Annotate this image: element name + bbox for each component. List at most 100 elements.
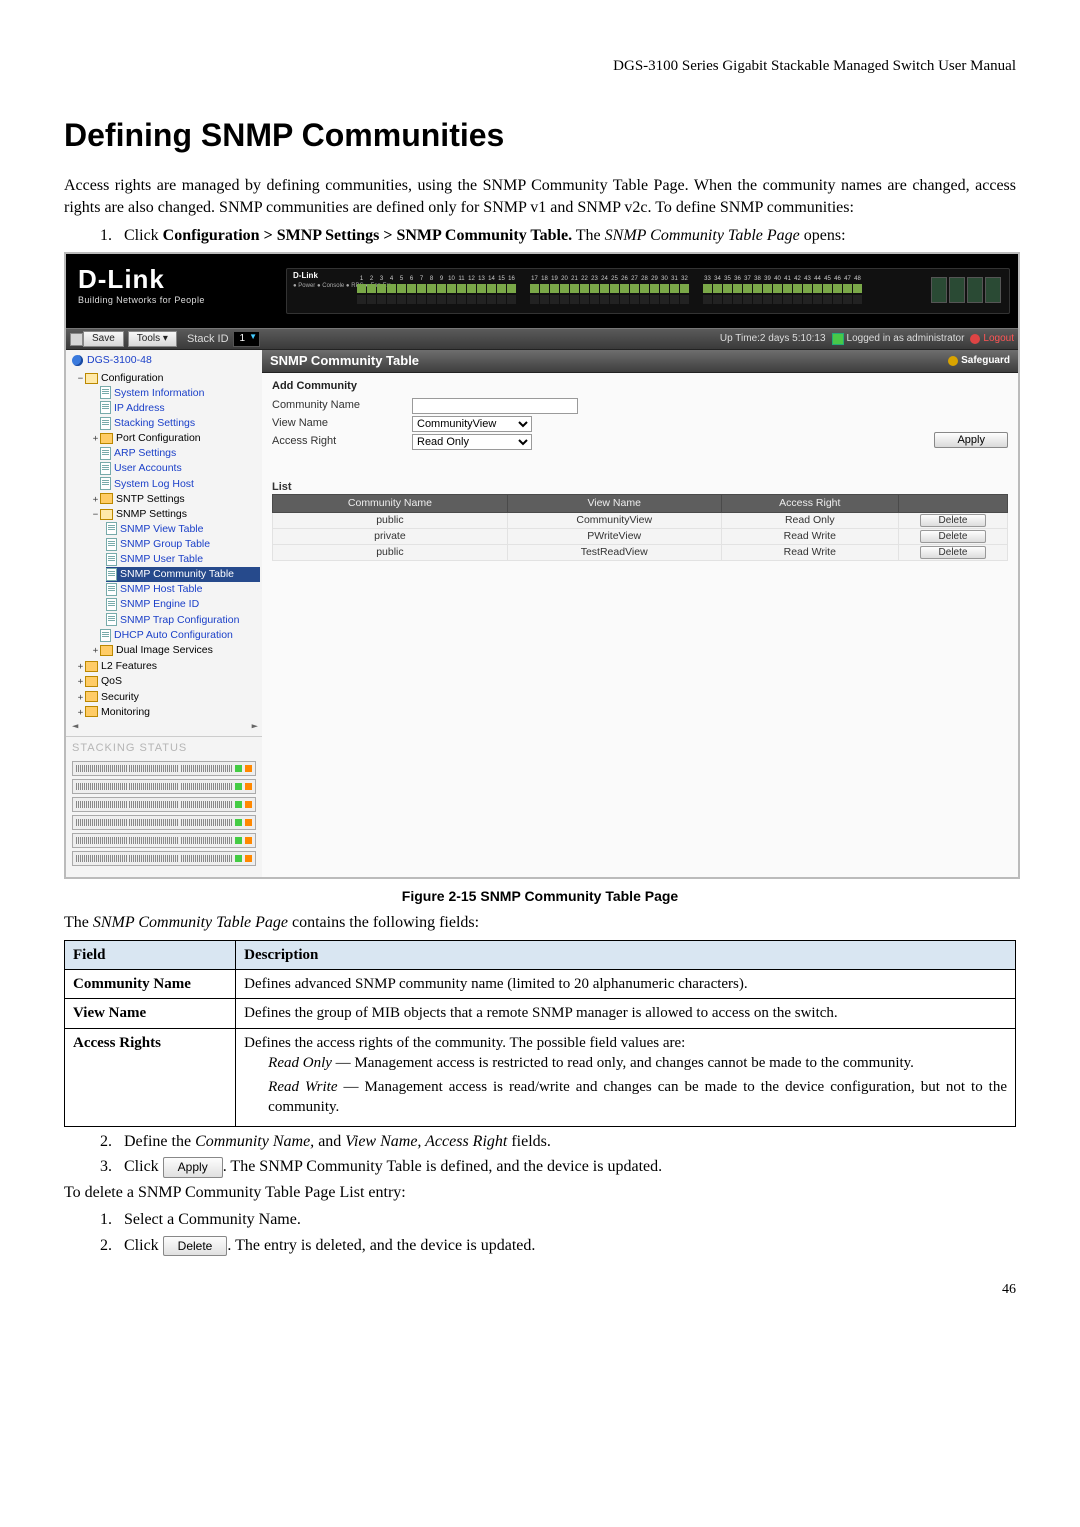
page-title: Defining SNMP Communities (64, 114, 1016, 157)
col-access-right: Access Right (721, 495, 898, 512)
page-icon (106, 538, 117, 551)
tree-snmp-community[interactable]: SNMP Community Table (120, 568, 234, 580)
page-icon (100, 629, 111, 642)
rack-brand-label: D-Link (293, 271, 318, 282)
panel-title-bar: SNMP Community Table Safeguard (262, 350, 1018, 373)
tree-arp-settings[interactable]: ARP Settings (114, 447, 176, 459)
access-right-select[interactable]: Read Only (412, 434, 532, 450)
fields-table: Field Description Community Name Defines… (64, 940, 1016, 1127)
tree-snmp-engine[interactable]: SNMP Engine ID (120, 598, 199, 610)
folder-icon (85, 706, 98, 717)
page-icon (106, 613, 117, 626)
user-icon (832, 333, 844, 345)
tree-monitoring[interactable]: Monitoring (101, 706, 150, 718)
tree-system-log-host[interactable]: System Log Host (114, 478, 194, 490)
tree-snmp-trap[interactable]: SNMP Trap Configuration (120, 614, 239, 626)
tree-snmp-group[interactable]: SNMP Group Table (120, 538, 210, 550)
tree-snmp-user[interactable]: SNMP User Table (120, 553, 203, 565)
delete-intro: To delete a SNMP Community Table Page Li… (64, 1182, 1016, 1204)
delete-row-button[interactable]: Delete (920, 530, 987, 543)
table-row: public TestReadView Read Write Delete (273, 544, 1008, 560)
stack-unit (72, 833, 256, 848)
tree-qos[interactable]: QoS (101, 675, 122, 687)
folder-icon (100, 433, 113, 444)
folder-icon (100, 493, 113, 504)
running-header: DGS-3100 Series Gigabit Stackable Manage… (64, 56, 1016, 76)
del-step-2: Click Delete. The entry is deleted, and … (116, 1235, 1016, 1257)
col-view-name: View Name (507, 495, 721, 512)
step-2: Define the Community Name, and View Name… (116, 1131, 1016, 1153)
save-icon (70, 333, 83, 346)
delete-row-button[interactable]: Delete (920, 546, 987, 559)
page-icon (100, 401, 111, 414)
page-icon (100, 417, 111, 430)
toolbar: Save Tools ▾ Stack ID 1 Up Time:2 days 5… (66, 328, 1018, 350)
uptime-text: Up Time:2 days 5:10:13 (720, 332, 826, 346)
page-icon (106, 568, 117, 581)
stack-id-select[interactable]: 1 (233, 331, 261, 347)
page-number: 46 (64, 1281, 1016, 1300)
stack-unit (72, 761, 256, 776)
folder-icon (85, 661, 98, 672)
th-field: Field (65, 940, 236, 969)
logout-icon (970, 334, 980, 344)
tree-port-configuration[interactable]: Port Configuration (116, 432, 201, 444)
access-right-label: Access Right (272, 434, 412, 449)
page-icon (100, 447, 111, 460)
page-icon (106, 583, 117, 596)
tree-stacking-settings[interactable]: Stacking Settings (114, 417, 195, 429)
step-1: Click Configuration > SMNP Settings > SN… (116, 225, 1016, 247)
tree-dhcp-auto[interactable]: DHCP Auto Configuration (114, 629, 233, 641)
stacking-status-header: STACKING STATUS (66, 736, 262, 758)
add-community-heading: Add Community (272, 379, 1008, 394)
stack-unit (72, 851, 256, 866)
folder-icon (85, 676, 98, 687)
field-name: View Name (65, 999, 236, 1028)
tree-dual-image[interactable]: Dual Image Services (116, 644, 213, 656)
field-desc: Defines the access rights of the communi… (236, 1028, 1016, 1126)
page-icon (100, 477, 111, 490)
stack-unit (72, 779, 256, 794)
intro-paragraph: Access rights are managed by defining co… (64, 175, 1016, 218)
panel-title-text: SNMP Community Table (270, 352, 419, 370)
brand-tagline: Building Networks for People (78, 294, 205, 306)
community-list-table: Community Name View Name Access Right pu… (272, 494, 1008, 560)
col-action (899, 495, 1008, 512)
folder-icon (100, 509, 113, 520)
stack-id-label: Stack ID (187, 332, 229, 347)
tree-snmp-settings[interactable]: SNMP Settings (116, 508, 187, 520)
safeguard-indicator: Safeguard (948, 354, 1010, 368)
col-community-name: Community Name (273, 495, 508, 512)
tree-sntp-settings[interactable]: SNTP Settings (116, 493, 185, 505)
device-node[interactable]: DGS-3100-48 (87, 353, 152, 367)
inline-delete-button: Delete (163, 1236, 228, 1256)
tree-configuration[interactable]: Configuration (101, 372, 163, 384)
logged-in-text: Logged in as administrator (847, 332, 965, 346)
tree-snmp-view[interactable]: SNMP View Table (120, 523, 203, 535)
tree-system-information[interactable]: System Information (114, 387, 204, 399)
nav-tree[interactable]: DGS-3100-48 −Configuration System Inform… (66, 350, 262, 877)
field-name: Community Name (65, 970, 236, 999)
folder-icon (100, 645, 113, 656)
sfp-slots (931, 277, 1001, 303)
page-icon (106, 553, 117, 566)
port-row: 1234567891011121314151617181920212223242… (357, 275, 1001, 304)
field-desc: Defines the group of MIB objects that a … (236, 999, 1016, 1028)
community-name-label: Community Name (272, 398, 412, 413)
delete-row-button[interactable]: Delete (920, 514, 987, 527)
device-rack-illustration: D-Link ● Power ● Console ● RPS ● Fan Err… (286, 268, 1010, 314)
tools-menu[interactable]: Tools ▾ (128, 331, 177, 347)
save-button[interactable]: Save (83, 331, 124, 347)
page-icon (106, 598, 117, 611)
tree-snmp-host[interactable]: SNMP Host Table (120, 583, 202, 595)
tree-security[interactable]: Security (101, 691, 139, 703)
tree-user-accounts[interactable]: User Accounts (114, 462, 182, 474)
tree-ip-address[interactable]: IP Address (114, 402, 165, 414)
stack-unit (72, 815, 256, 830)
tree-l2-features[interactable]: L2 Features (101, 660, 157, 672)
view-name-select[interactable]: CommunityView (412, 416, 532, 432)
view-name-label: View Name (272, 416, 412, 431)
community-name-input[interactable] (412, 398, 578, 414)
apply-button[interactable]: Apply (934, 432, 1008, 448)
logout-link[interactable]: Logout (983, 332, 1014, 346)
